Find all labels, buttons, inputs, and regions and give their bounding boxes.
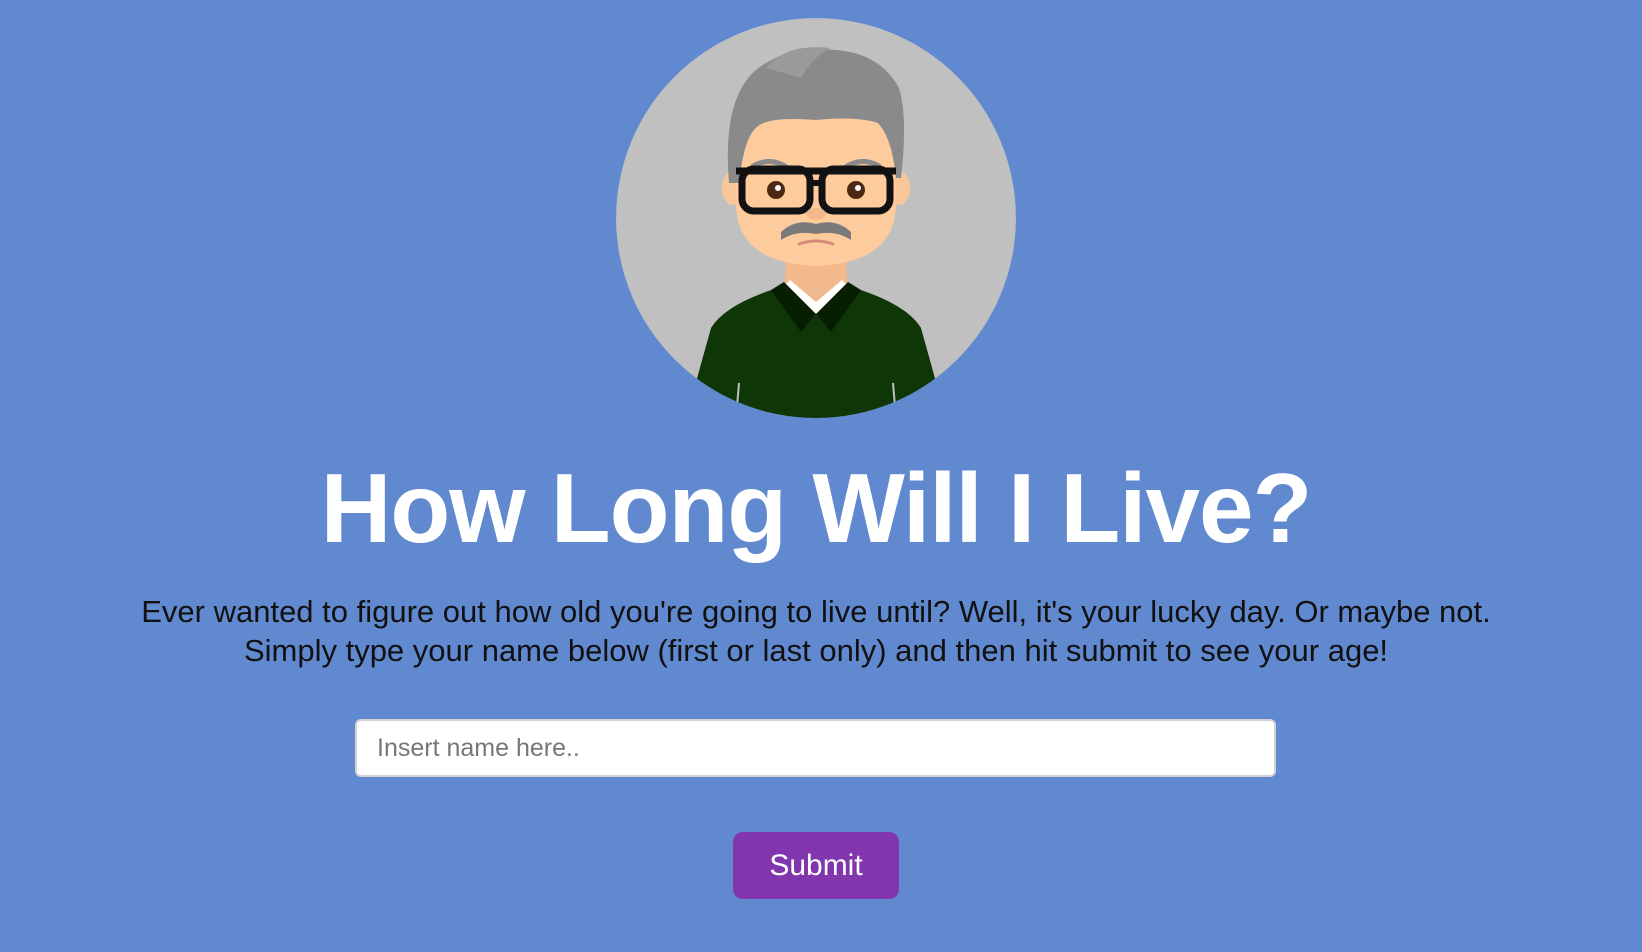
intro-text: Ever wanted to figure out how old you're… <box>0 592 1632 670</box>
avatar <box>616 18 1016 418</box>
elderly-man-with-glasses-icon <box>616 18 1016 418</box>
submit-button[interactable]: Submit <box>733 832 899 899</box>
intro-line-1: Ever wanted to figure out how old you're… <box>141 594 1491 629</box>
page: How Long Will I Live? Ever wanted to fig… <box>0 0 1642 952</box>
page-title: How Long Will I Live? <box>320 453 1313 563</box>
intro-line-2: Simply type your name below (first or la… <box>243 633 1389 668</box>
name-input[interactable] <box>355 719 1276 777</box>
